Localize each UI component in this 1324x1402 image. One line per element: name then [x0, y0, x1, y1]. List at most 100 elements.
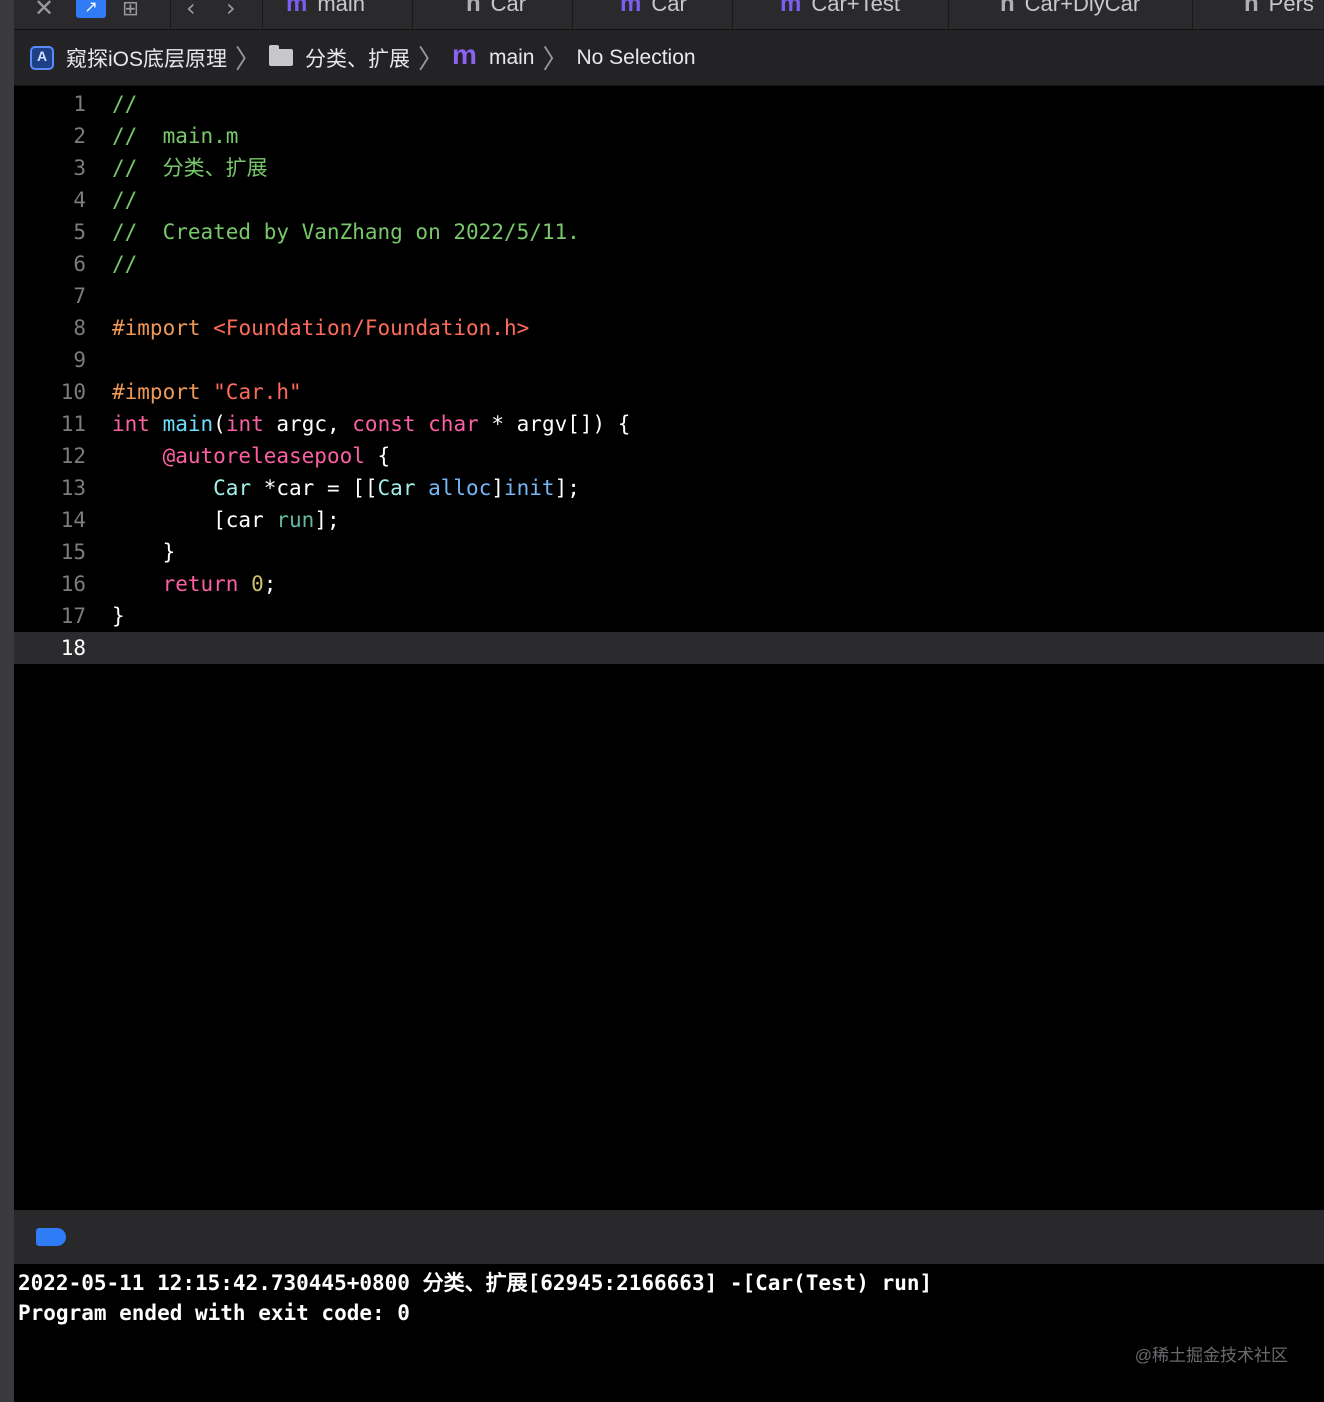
tab-main[interactable]: m main — [286, 0, 365, 20]
breadcrumb-file[interactable]: main — [489, 46, 535, 70]
code-token: Car — [213, 476, 252, 500]
code-token: alloc — [428, 476, 492, 500]
code-line[interactable]: 2 // main.m — [14, 120, 1324, 152]
code-line[interactable]: 18 — [14, 632, 1324, 664]
code-token: { — [364, 444, 391, 468]
code-line[interactable]: 4 // — [14, 184, 1324, 216]
console-line: Program ended with exit code: 0 — [18, 1301, 410, 1325]
code-line[interactable]: 8 #import <Foundation/Foundation.h> — [14, 312, 1324, 344]
related-items-icon[interactable]: ↗ — [76, 0, 106, 18]
line-number: 3 — [73, 156, 86, 180]
tab-divider — [948, 0, 949, 29]
forward-chevron-icon[interactable]: › — [226, 0, 236, 22]
tab-car[interactable]: h Car — [466, 0, 526, 20]
jump-bar: 窥探iOS底层原理 〉 分类、扩展 〉 m main 〉 No Selectio… — [14, 30, 1324, 86]
code-token: } — [112, 604, 125, 628]
tab-label: main — [317, 0, 366, 16]
objc-file-icon: m — [780, 0, 802, 17]
line-number: 13 — [60, 476, 86, 500]
code-text: } — [112, 600, 125, 632]
line-number: 4 — [73, 188, 86, 212]
close-icon[interactable]: ✕ — [34, 0, 54, 22]
breadcrumb-separator-icon: 〉 — [235, 44, 262, 74]
code-line[interactable]: 5 // Created by VanZhang on 2022/5/11. — [14, 216, 1324, 248]
tab-divider — [262, 0, 263, 29]
tab-divider — [572, 0, 573, 29]
breadcrumb-separator-icon: 〉 — [542, 44, 569, 74]
code-token: char — [428, 412, 479, 436]
line-number: 16 — [60, 572, 86, 596]
debug-bar — [14, 1210, 1324, 1264]
code-token: // — [112, 188, 138, 212]
tab-label: Car — [490, 0, 527, 16]
objc-file-icon: m — [620, 0, 642, 17]
code-text: // 分类、扩展 — [112, 152, 268, 184]
code-line[interactable]: 9 — [14, 344, 1324, 376]
breadcrumb-project[interactable]: 窥探iOS底层原理 — [66, 43, 227, 73]
line-number: 18 — [60, 636, 86, 660]
code-token: ] — [491, 476, 504, 500]
line-number: 2 — [73, 124, 86, 148]
objc-file-icon: m — [452, 38, 477, 70]
code-token: // main.m — [112, 124, 239, 148]
tab-car-test[interactable]: m Car+Test — [780, 0, 900, 20]
code-line[interactable]: 15 } — [14, 536, 1324, 568]
back-chevron-icon[interactable]: ‹ — [186, 0, 196, 22]
code-line[interactable]: 3 // 分类、扩展 — [14, 152, 1324, 184]
breadcrumb-separator-icon: 〉 — [418, 44, 445, 74]
line-number: 7 — [73, 284, 86, 308]
line-number: 10 — [60, 380, 86, 404]
breadcrumb-symbol[interactable]: No Selection — [577, 46, 696, 70]
header-file-icon: h — [1244, 0, 1259, 17]
code-text: // Created by VanZhang on 2022/5/11. — [112, 216, 580, 248]
code-token: ]; — [314, 508, 340, 532]
code-line[interactable]: 14 [car run]; — [14, 504, 1324, 536]
tab-car[interactable]: m Car — [620, 0, 687, 20]
code-line[interactable]: 12 @autoreleasepool { — [14, 440, 1324, 472]
line-number: 9 — [73, 348, 86, 372]
tab-label: Car+DiyCar — [1024, 0, 1141, 16]
editor-tab-bar: ✕ ↗ ⊞ ‹ › m main h Car m Car m Car+Test h Car+Diy… — [14, 0, 1324, 30]
breakpoint-toggle-icon[interactable] — [36, 1228, 66, 1246]
xcode-project-icon — [30, 45, 54, 70]
code-token: ]; — [554, 476, 580, 500]
code-token: #import — [112, 316, 214, 340]
debug-console[interactable]: 2022-05-11 12:15:42.730445+0800 分类、扩展[62… — [14, 1264, 1324, 1402]
code-line[interactable]: 6 // — [14, 248, 1324, 280]
code-line[interactable]: 11 int main(int argc, const char * argv[]… — [14, 408, 1324, 440]
source-editor[interactable]: 1 // 2 // main.m 3 // 分类、扩展 4 // 5 // Created by … — [14, 86, 1324, 1210]
breadcrumb-group[interactable]: 分类、扩展 — [305, 43, 410, 73]
split-editor-icon[interactable]: ⊞ — [122, 0, 139, 20]
code-line[interactable]: 17} — [14, 600, 1324, 632]
line-number: 12 — [60, 444, 86, 468]
code-line[interactable]: 13 Car *car = [[Car alloc]init]; — [14, 472, 1324, 504]
code-line[interactable]: 10 #import "Car.h" — [14, 376, 1324, 408]
tab-label: Car+Test — [811, 0, 900, 16]
code-text: #import "Car.h" — [112, 376, 302, 408]
code-token: // — [112, 252, 138, 276]
code-token: } — [112, 540, 176, 564]
code-token: [car — [112, 508, 277, 532]
code-text: #import <Foundation/Foundation.h> — [112, 312, 529, 344]
tab-car-diycar[interactable]: h Car+DiyCar — [1000, 0, 1140, 20]
line-number: 14 — [60, 508, 86, 532]
header-file-icon: h — [466, 0, 481, 17]
code-text: int main(int argc, const char * argv[]) … — [112, 408, 630, 440]
line-number: 11 — [60, 412, 86, 436]
code-token: main — [162, 412, 214, 436]
tab-pers[interactable]: h Pers — [1244, 0, 1314, 20]
code-token: Car — [377, 476, 416, 500]
code-token: ; — [263, 572, 277, 596]
line-number: 17 — [60, 604, 86, 628]
code-token: init — [504, 476, 555, 500]
code-line[interactable]: 16 return 0; — [14, 568, 1324, 600]
code-line[interactable]: 1 // — [14, 88, 1324, 120]
code-text: // — [112, 248, 137, 280]
code-token: *car = [[ — [251, 476, 378, 500]
code-line[interactable]: 7 — [14, 280, 1324, 312]
code-text: // — [112, 184, 137, 216]
